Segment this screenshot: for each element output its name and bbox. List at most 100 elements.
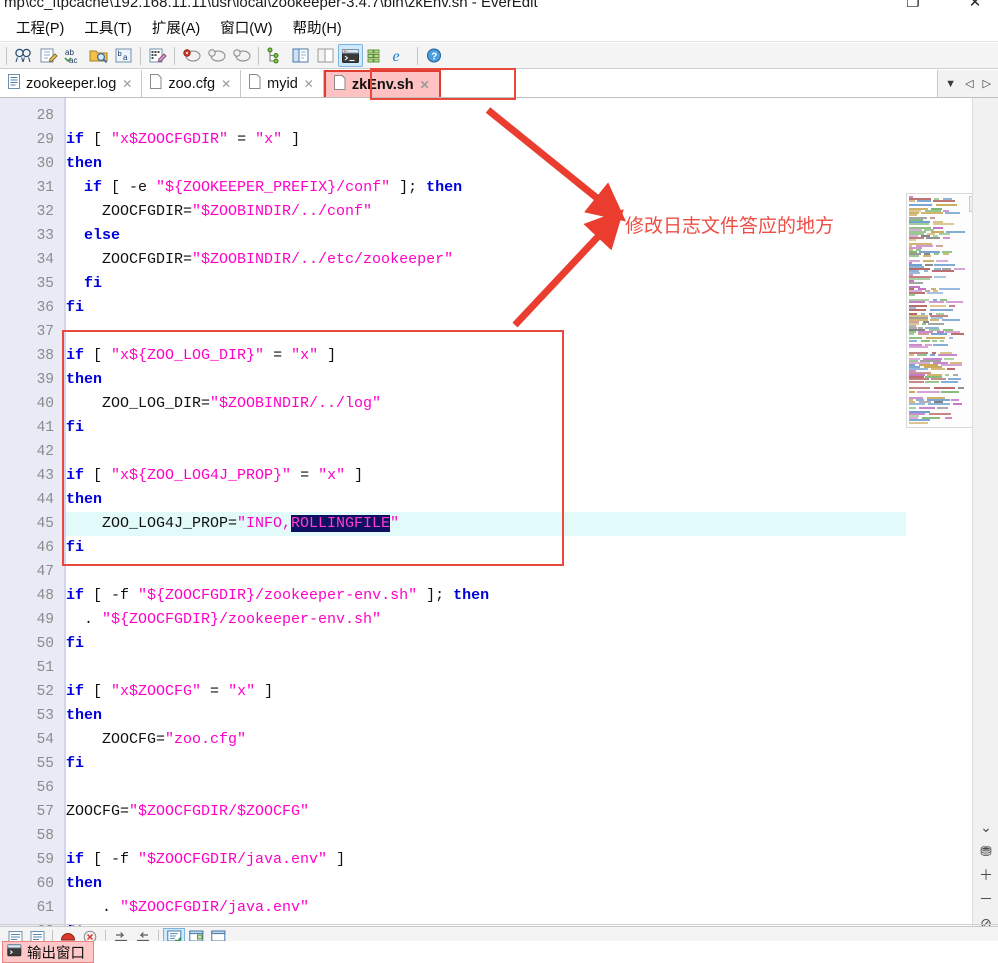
- close-icon[interactable]: ✕: [122, 77, 132, 91]
- chevron-down-icon[interactable]: ⌄: [973, 816, 998, 838]
- menu-item-tools[interactable]: 工具(T): [74, 14, 142, 41]
- code-line[interactable]: if [ "x$ZOOCFGDIR" = "x" ]: [66, 128, 300, 152]
- code-line[interactable]: else: [66, 224, 120, 248]
- find-in-files-icon[interactable]: [86, 44, 111, 67]
- minimap-row: [909, 380, 924, 383]
- menu-label: 窗口(W): [220, 21, 273, 37]
- code-token: fi: [66, 419, 85, 436]
- tab-zoo-cfg[interactable]: zoo.cfg ✕: [142, 70, 242, 97]
- close-icon[interactable]: ✕: [221, 77, 231, 91]
- code-line[interactable]: ZOO_LOG4J_PROP="INFO,ROLLINGFILE": [66, 512, 906, 536]
- code-line[interactable]: fi: [66, 416, 84, 440]
- code-line[interactable]: then: [66, 704, 102, 728]
- minimap-row: [931, 333, 948, 336]
- code-token: "$ZOOCFGDIR/java.env": [138, 851, 328, 868]
- code-token: "$ZOOBINDIR/../conf": [192, 203, 373, 220]
- hex-edit-icon[interactable]: [145, 44, 170, 67]
- minimap-row: [920, 212, 944, 215]
- code-token: "x${ZOO_LOG_DIR}": [111, 347, 265, 364]
- line-number: 48: [0, 584, 64, 608]
- code-line[interactable]: then: [66, 488, 102, 512]
- output-window-label: 输出窗口: [27, 945, 85, 962]
- close-window-button[interactable]: ✕: [962, 0, 988, 13]
- bookmark-icon[interactable]: ⛃: [973, 840, 998, 862]
- code-line[interactable]: . "$ZOOCFGDIR/java.env": [66, 896, 309, 920]
- code-line[interactable]: then: [66, 872, 102, 896]
- close-icon[interactable]: ✕: [304, 77, 314, 91]
- code-line[interactable]: ZOO_LOG_DIR="$ZOOBINDIR/../log": [66, 392, 381, 416]
- swap-case-icon[interactable]: ba: [111, 44, 136, 67]
- bookmark-prev-icon[interactable]: [204, 44, 229, 67]
- console-icon[interactable]: [338, 44, 363, 67]
- code-line[interactable]: fi: [66, 632, 84, 656]
- side-panel-icon[interactable]: [288, 44, 313, 67]
- line-number: 41: [0, 416, 64, 440]
- bookmark-next-icon[interactable]: [229, 44, 254, 67]
- code-line[interactable]: ZOOCFG="$ZOOCFGDIR/$ZOOCFG": [66, 800, 309, 824]
- toolbar-separator: [6, 46, 7, 65]
- code-line[interactable]: then: [66, 152, 102, 176]
- database-icon[interactable]: [363, 44, 388, 67]
- tab-scroll-right-icon[interactable]: ▷: [983, 77, 991, 90]
- annotation-label: 修改日志文件答应的地方: [625, 215, 835, 237]
- code-line[interactable]: if [ -e "${ZOOKEEPER_PREFIX}/conf" ]; th…: [66, 176, 462, 200]
- menu-item-window[interactable]: 窗口(W): [210, 14, 282, 41]
- minimap-row: [922, 255, 931, 258]
- browser-icon[interactable]: e: [388, 44, 413, 67]
- code-line[interactable]: ZOOCFGDIR="$ZOOBINDIR/../etc/zookeeper": [66, 248, 453, 272]
- zoom-in-icon[interactable]: ＋: [973, 864, 998, 886]
- code-line[interactable]: fi: [66, 272, 102, 296]
- menu-item-extensions[interactable]: 扩展(A): [142, 14, 210, 41]
- edit-replace-icon[interactable]: [36, 44, 61, 67]
- menu-item-project[interactable]: 工程(P): [6, 14, 74, 41]
- tab-zookeeper-log[interactable]: zookeeper.log ✕: [0, 70, 143, 97]
- minimap-row: [952, 403, 963, 406]
- code-token: then: [66, 491, 103, 508]
- window-title: mp\cc_ftpcache\192.168.11.11\usr\local\z…: [4, 0, 538, 11]
- tab-myid[interactable]: myid ✕: [241, 70, 324, 97]
- abc-replace-icon[interactable]: ab ac: [61, 44, 86, 67]
- status-bar: 输出窗口 https://blog.csdn.net/meiLin_Ya ✕: [0, 941, 998, 963]
- zoom-out-icon[interactable]: －: [973, 888, 998, 910]
- tab-label: zookeeper.log: [26, 75, 117, 92]
- code-editor[interactable]: 28 29 30 31 32 33 34 35 36 37 38 39 40 41 42 43 44 45 46 47…: [0, 98, 998, 926]
- line-number: 58: [0, 824, 64, 848]
- code-line[interactable]: . "${ZOOCFGDIR}/zookeeper-env.sh": [66, 608, 381, 632]
- code-line[interactable]: fi: [66, 296, 84, 320]
- tab-zkenv-sh[interactable]: zkEnv.sh ✕: [323, 70, 441, 97]
- minimap-row: [932, 339, 938, 342]
- svg-text:a: a: [123, 53, 128, 62]
- code-line[interactable]: if [ "x${ZOO_LOG4J_PROP}" = "x" ]: [66, 464, 363, 488]
- tree-view-icon[interactable]: [263, 44, 288, 67]
- minimap-row: [909, 222, 930, 225]
- split-view-icon[interactable]: [313, 44, 338, 67]
- close-icon[interactable]: ✕: [420, 78, 430, 92]
- code-line[interactable]: if [ "x${ZOO_LOG_DIR}" = "x" ]: [66, 344, 336, 368]
- code-token: "x": [228, 683, 256, 700]
- output-window-tab[interactable]: 输出窗口: [2, 941, 94, 963]
- code-line[interactable]: if [ -f "${ZOOCFGDIR}/zookeeper-env.sh" …: [66, 584, 489, 608]
- minimap-row: [925, 263, 933, 266]
- tab-scroll-left-icon[interactable]: ◁: [965, 77, 973, 90]
- menu-item-help[interactable]: 帮助(H): [283, 14, 352, 41]
- code-line[interactable]: then: [66, 368, 102, 392]
- code-line[interactable]: fi: [66, 536, 84, 560]
- help-icon[interactable]: ?: [422, 44, 447, 67]
- code-line[interactable]: if [ -f "$ZOOCFGDIR/java.env" ]: [66, 848, 345, 872]
- minimap-row: [930, 353, 936, 356]
- minimap-row: [917, 333, 929, 336]
- code-line[interactable]: ZOOCFG="zoo.cfg": [66, 728, 246, 752]
- find-icon[interactable]: [11, 44, 36, 67]
- tab-list-dropdown-icon[interactable]: ▼: [945, 78, 956, 90]
- code-line[interactable]: ZOOCFGDIR="$ZOOBINDIR/../conf": [66, 200, 372, 224]
- code-line[interactable]: fi: [66, 752, 84, 776]
- code-line[interactable]: if [ "x$ZOOCFG" = "x" ]: [66, 680, 273, 704]
- selected-text: ROLLINGFILE: [291, 515, 391, 532]
- minimap-row: [944, 417, 953, 420]
- bookmark-add-icon[interactable]: [179, 44, 204, 67]
- code-token: fi: [66, 299, 85, 316]
- minimap-row: [934, 386, 956, 389]
- restore-window-button[interactable]: ❐: [900, 0, 926, 13]
